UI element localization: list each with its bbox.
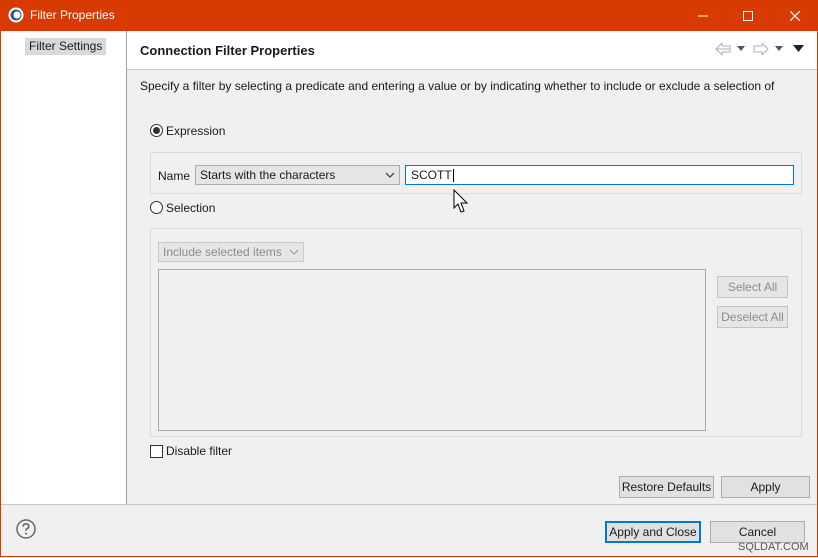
selection-list[interactable] bbox=[158, 269, 706, 431]
app-icon bbox=[8, 7, 24, 23]
chevron-down-icon bbox=[289, 249, 299, 255]
text-caret bbox=[452, 169, 454, 183]
deselect-all-button[interactable]: Deselect All bbox=[717, 306, 788, 328]
select-all-button[interactable]: Select All bbox=[717, 276, 788, 298]
restore-defaults-button[interactable]: Restore Defaults bbox=[619, 476, 714, 498]
expression-label: Expression bbox=[166, 124, 226, 138]
selection-radio[interactable] bbox=[150, 201, 163, 214]
window-title: Filter Properties bbox=[30, 8, 115, 22]
cancel-button[interactable]: Cancel bbox=[710, 521, 805, 543]
mouse-cursor-icon bbox=[453, 189, 469, 213]
name-label: Name bbox=[158, 169, 191, 183]
expression-radio[interactable] bbox=[150, 124, 163, 137]
chevron-down-icon[interactable] bbox=[775, 46, 783, 51]
include-mode-select[interactable]: Include selected items bbox=[158, 242, 304, 262]
minimize-icon bbox=[698, 15, 708, 16]
include-mode-value: Include selected items bbox=[163, 245, 282, 259]
back-arrow-icon[interactable] bbox=[715, 42, 731, 56]
chevron-down-icon[interactable] bbox=[737, 46, 745, 51]
disable-filter-label: Disable filter bbox=[166, 444, 233, 458]
title-bar: Filter Properties bbox=[0, 0, 818, 31]
predicate-select[interactable]: Starts with the characters bbox=[195, 165, 400, 185]
menu-triangle-icon[interactable] bbox=[793, 45, 804, 52]
close-icon bbox=[790, 10, 800, 21]
apply-and-close-button[interactable]: Apply and Close bbox=[605, 521, 701, 543]
maximize-button[interactable] bbox=[725, 0, 771, 31]
disable-filter-checkbox[interactable] bbox=[150, 445, 163, 458]
watermark: SQLDAT.COM bbox=[738, 541, 809, 553]
help-icon[interactable] bbox=[16, 519, 36, 539]
sidebar-item-filter-settings[interactable]: Filter Settings bbox=[25, 38, 107, 55]
sidebar: Filter Settings bbox=[1, 31, 127, 504]
filter-value-text: SCOTT bbox=[411, 168, 452, 182]
close-button[interactable] bbox=[772, 0, 818, 31]
page-title: Connection Filter Properties bbox=[140, 43, 315, 58]
selection-label: Selection bbox=[166, 201, 216, 215]
maximize-icon bbox=[743, 10, 753, 21]
page-header: Connection Filter Properties bbox=[127, 31, 817, 70]
predicate-select-value: Starts with the characters bbox=[200, 168, 336, 182]
forward-arrow-icon[interactable] bbox=[753, 42, 769, 56]
filter-value-input[interactable]: SCOTT bbox=[405, 165, 794, 185]
chevron-down-icon bbox=[385, 172, 395, 178]
apply-button[interactable]: Apply bbox=[721, 476, 810, 498]
description-text: Specify a filter by selecting a predicat… bbox=[140, 79, 775, 93]
footer-separator bbox=[1, 504, 817, 505]
minimize-button[interactable] bbox=[680, 0, 726, 31]
